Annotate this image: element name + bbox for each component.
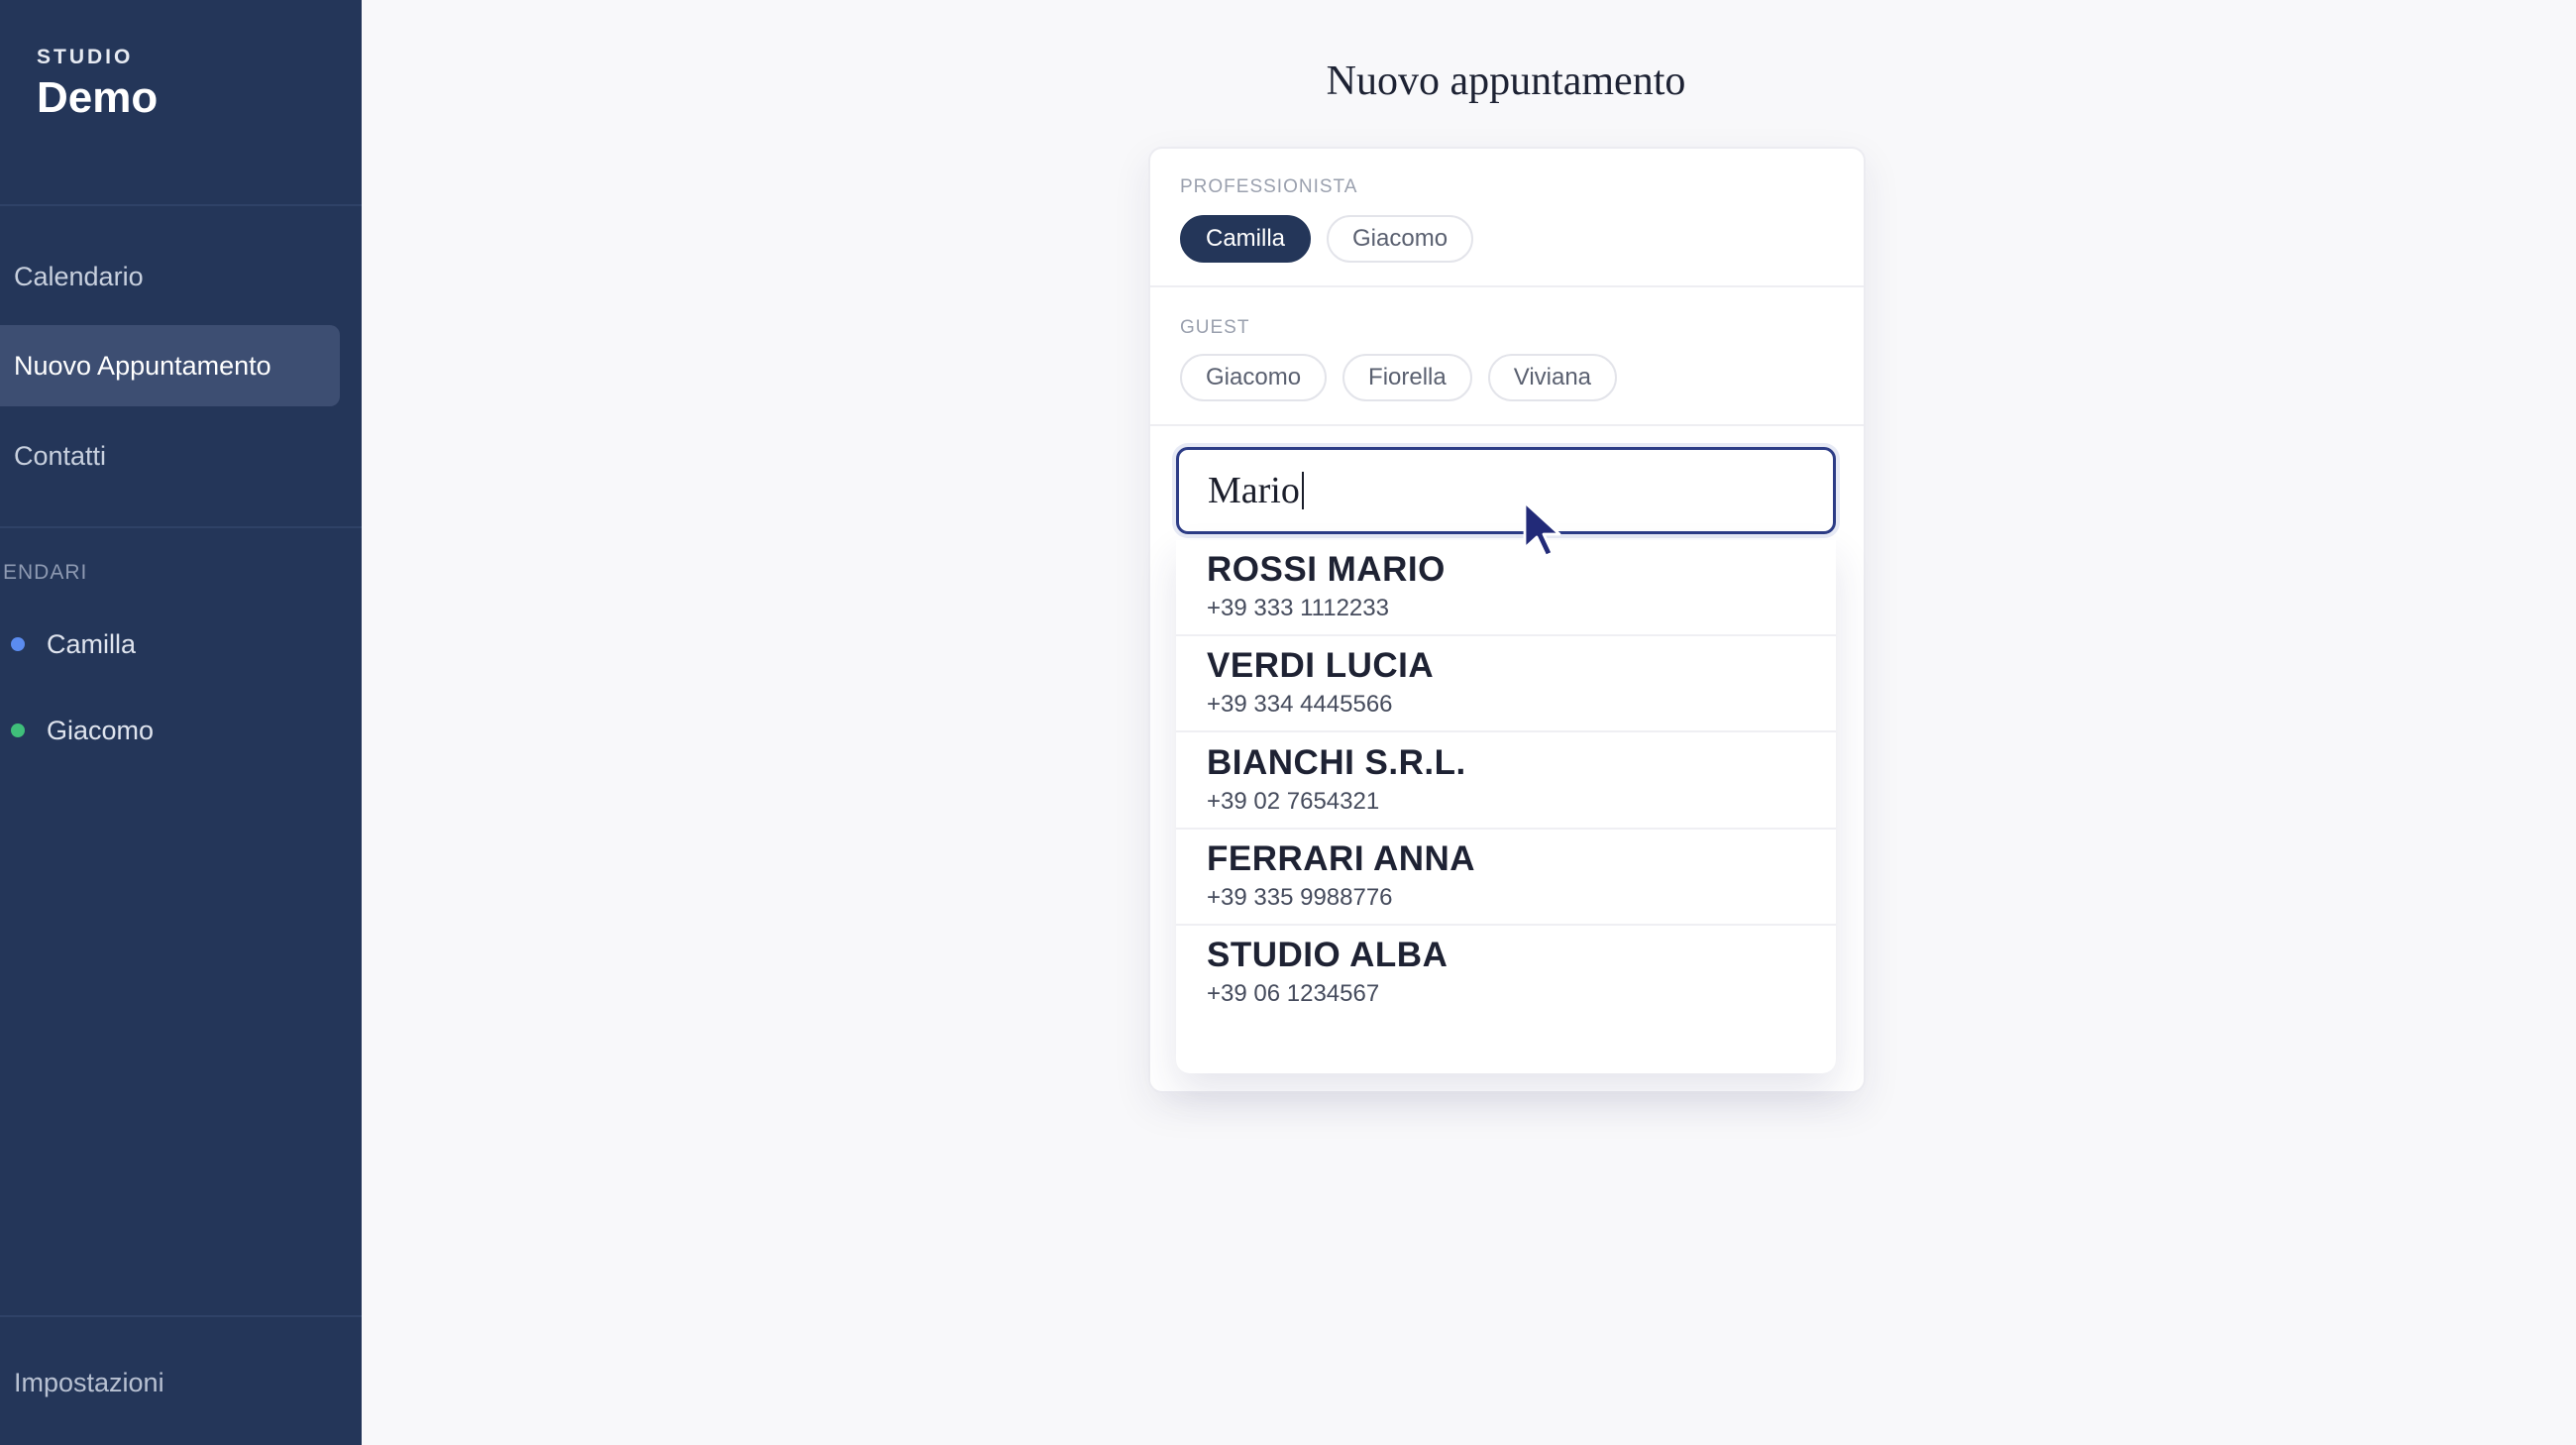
text-caret (1301, 472, 1304, 509)
sidebar-item-label: Calendario (14, 261, 144, 291)
sidebar-divider (0, 204, 362, 206)
result-phone: +39 333 1112233 (1207, 595, 1389, 621)
guest-label: GUEST (1180, 317, 1250, 338)
calendar-item-camilla[interactable]: Camilla (0, 619, 136, 669)
result-name: FERRARI ANNA (1207, 839, 1476, 878)
result-item[interactable]: ROSSI MARIO +39 333 1112233 (1176, 540, 1836, 636)
result-name: VERDI LUCIA (1207, 646, 1435, 685)
search-input-value: Mario (1208, 470, 1300, 511)
calendar-color-dot (11, 723, 25, 737)
guest-chips: Giacomo Fiorella Viviana (1180, 354, 1618, 401)
professional-chips: Camilla Giacomo (1180, 215, 1474, 263)
calendar-color-dot (11, 637, 25, 651)
sidebar-item-label: Nuovo Appuntamento (14, 350, 271, 381)
calendar-item-giacomo[interactable]: Giacomo (0, 706, 154, 755)
sidebar-item-nuovo-appuntamento[interactable]: Nuovo Appuntamento (0, 325, 340, 406)
sidebar: STUDIO Demo Calendario Nuovo Appuntament… (0, 0, 362, 1445)
sidebar-item-calendario[interactable]: Calendario (0, 236, 340, 317)
professional-chip-giacomo[interactable]: Giacomo (1327, 215, 1474, 263)
result-phone: +39 334 4445566 (1207, 691, 1393, 718)
brand-name: Demo (37, 73, 159, 122)
sidebar-divider (0, 526, 362, 528)
calendar-item-label: Giacomo (47, 715, 155, 745)
result-name: STUDIO ALBA (1207, 936, 1449, 974)
sidebar-item-contatti[interactable]: Contatti (0, 415, 340, 497)
mouse-pointer-icon (1523, 500, 1561, 558)
calendar-item-label: Camilla (47, 628, 137, 659)
guest-section: GUEST Giacomo Fiorella Viviana (1150, 287, 1864, 426)
result-phone: +39 335 9988776 (1207, 884, 1393, 911)
page-title: Nuovo appuntamento (1326, 58, 1686, 104)
guest-chip-viviana[interactable]: Viviana (1487, 354, 1618, 401)
professional-section: PROFESSIONISTA Camilla Giacomo (1150, 149, 1864, 287)
sidebar-divider (0, 1315, 362, 1317)
professional-label: PROFESSIONISTA (1180, 176, 1358, 197)
sidebar-item-impostazioni[interactable]: Impostazioni (14, 1368, 164, 1398)
search-results-dropdown: ROSSI MARIO +39 333 1112233 VERDI LUCIA … (1176, 540, 1836, 1073)
result-phone: +39 06 1234567 (1207, 980, 1380, 1007)
professional-chip-camilla[interactable]: Camilla (1180, 215, 1312, 263)
guest-chip-fiorella[interactable]: Fiorella (1342, 354, 1472, 401)
result-item[interactable]: BIANCHI S.R.L. +39 02 7654321 (1176, 733, 1836, 830)
contact-search-input[interactable]: Mario (1176, 447, 1836, 534)
result-name: ROSSI MARIO (1207, 550, 1446, 589)
result-item[interactable]: STUDIO ALBA +39 06 1234567 (1176, 926, 1836, 1022)
guest-chip-giacomo[interactable]: Giacomo (1180, 354, 1328, 401)
result-item[interactable]: VERDI LUCIA +39 334 4445566 (1176, 636, 1836, 732)
sidebar-item-label: Contatti (14, 440, 107, 471)
result-name: BIANCHI S.R.L. (1207, 743, 1466, 782)
result-phone: +39 02 7654321 (1207, 788, 1380, 815)
calendars-section-label: ENDARI (3, 561, 88, 584)
result-item[interactable]: FERRARI ANNA +39 335 9988776 (1176, 830, 1836, 926)
brand: STUDIO Demo (37, 46, 158, 123)
brand-label: STUDIO (37, 46, 134, 68)
